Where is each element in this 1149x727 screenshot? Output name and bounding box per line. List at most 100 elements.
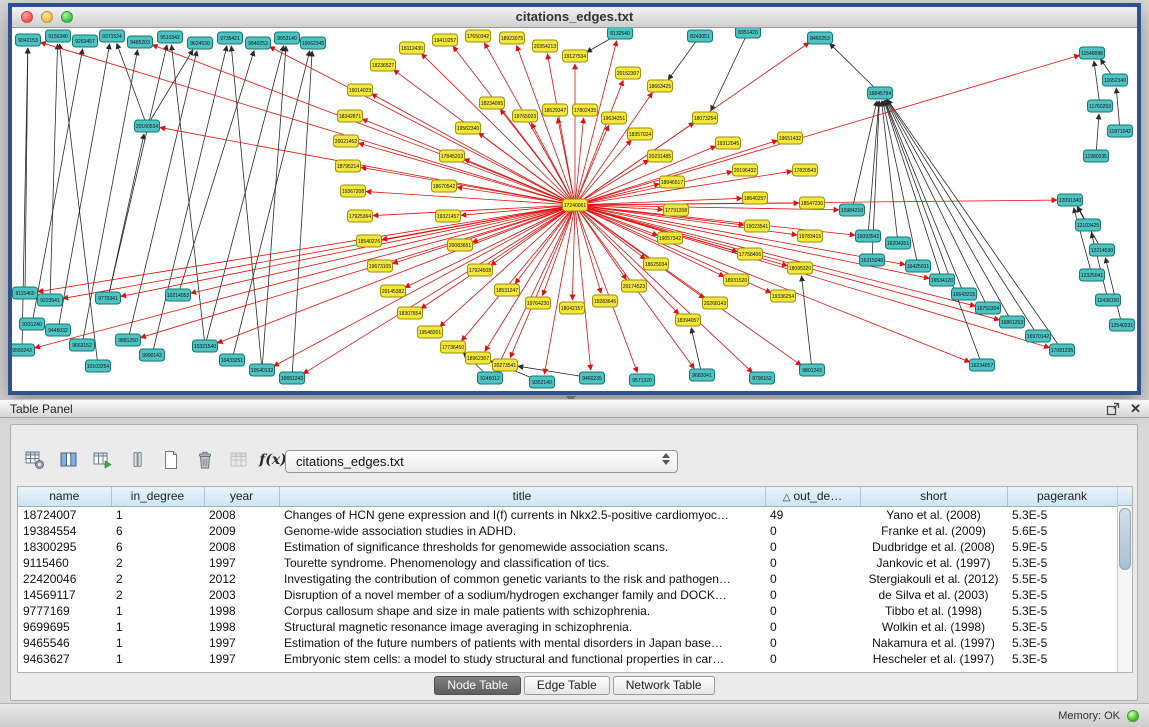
column-header-pagerank[interactable]: pagerank xyxy=(1007,487,1117,506)
network-node[interactable]: 10214053 xyxy=(166,289,191,301)
network-node[interactable]: 9571320 xyxy=(630,374,655,386)
network-edge[interactable] xyxy=(60,44,98,366)
network-node[interactable]: 18042157 xyxy=(560,302,585,314)
minimize-window-button[interactable] xyxy=(41,11,53,23)
tab-edge-table[interactable]: Edge Table xyxy=(524,676,610,695)
window-titlebar[interactable]: citations_edges.txt xyxy=(12,7,1137,28)
network-edge[interactable] xyxy=(711,32,748,111)
network-node[interactable]: 10062345 xyxy=(301,37,326,49)
table-row[interactable]: 969969511998Structural magnetic resonanc… xyxy=(18,619,1117,635)
network-node[interactable]: 18547230 xyxy=(800,197,825,209)
network-node[interactable]: 20196432 xyxy=(733,164,758,176)
scrollbar-thumb[interactable] xyxy=(1119,508,1131,570)
network-node[interactable]: 16093542 xyxy=(856,230,881,242)
network-edge[interactable] xyxy=(558,118,575,205)
network-node[interactable]: 18640257 xyxy=(743,192,768,204)
network-node[interactable]: 9331240 xyxy=(20,318,45,330)
table-row[interactable]: 977716911998Corpus callosum shape and si… xyxy=(18,603,1117,619)
network-edge[interactable] xyxy=(117,43,147,126)
network-node[interactable]: 9263457 xyxy=(73,35,98,47)
network-node[interactable]: 17731208 xyxy=(664,204,689,216)
network-node[interactable]: 18946517 xyxy=(660,176,685,188)
table-row[interactable]: 1938455462009Genome-wide association stu… xyxy=(18,523,1117,539)
network-node[interactable]: 9790152 xyxy=(750,372,775,384)
close-panel-icon[interactable]: ✕ xyxy=(1130,401,1141,417)
network-edge[interactable] xyxy=(191,205,575,293)
network-edge[interactable] xyxy=(217,205,575,343)
network-edge[interactable] xyxy=(108,134,144,298)
network-node[interactable]: 9663152 xyxy=(70,339,95,351)
network-edge[interactable] xyxy=(1091,233,1108,300)
network-node[interactable]: 19312045 xyxy=(716,137,741,149)
network-node[interactable]: 20083651 xyxy=(448,239,473,251)
network-node[interactable]: 10433251 xyxy=(220,354,245,366)
network-node[interactable]: 9801243 xyxy=(800,364,825,376)
table-row[interactable]: 1872400712008Changes of HCN gene express… xyxy=(18,506,1117,523)
network-edge[interactable] xyxy=(830,43,880,93)
network-node[interactable]: 9990143 xyxy=(140,349,165,361)
network-node[interactable]: 8132540 xyxy=(608,28,633,39)
network-node[interactable]: 20231485 xyxy=(648,150,673,162)
network-node[interactable]: 11760253 xyxy=(1088,100,1113,112)
network-edge[interactable] xyxy=(575,205,591,370)
network-node[interactable]: 19562340 xyxy=(456,122,481,134)
network-node[interactable]: 16861253 xyxy=(1000,316,1025,328)
delete-table-icon[interactable] xyxy=(192,447,218,473)
network-node[interactable]: 9735421 xyxy=(218,32,243,44)
network-node[interactable]: 9485203 xyxy=(128,36,153,48)
network-node[interactable]: 18663425 xyxy=(648,80,673,92)
network-node[interactable]: 8351420 xyxy=(736,28,761,38)
network-node[interactable]: 9352140 xyxy=(530,376,555,388)
network-node[interactable]: 11652340 xyxy=(1103,74,1128,86)
network-node[interactable]: 20174523 xyxy=(622,280,647,292)
network-edge[interactable] xyxy=(140,205,575,338)
network-node[interactable]: 18670542 xyxy=(432,180,457,192)
network-node[interactable]: 19764230 xyxy=(526,297,551,309)
network-node[interactable]: 17924508 xyxy=(468,264,493,276)
network-edge[interactable] xyxy=(231,46,262,370)
network-node[interactable]: 16752304 xyxy=(976,302,1001,314)
network-node[interactable]: 18962307 xyxy=(466,352,491,364)
network-node[interactable]: 19765023 xyxy=(513,110,538,122)
network-node[interactable]: 19014023 xyxy=(348,84,373,96)
float-panel-icon[interactable] xyxy=(1106,402,1120,416)
network-node[interactable]: 10651243 xyxy=(280,372,305,384)
table-row[interactable]: 1456911722003Disruption of a novel membe… xyxy=(18,587,1117,603)
network-node[interactable]: 15984210 xyxy=(840,204,865,216)
network-node[interactable]: 18342871 xyxy=(338,110,363,122)
network-node[interactable]: 12103425 xyxy=(1076,219,1101,231)
table-row[interactable]: 946362711997Embryonic stem cells: a mode… xyxy=(18,651,1117,667)
network-edge[interactable] xyxy=(575,205,999,320)
network-node[interactable]: 8243051 xyxy=(688,30,713,42)
table-source-dropdown[interactable]: citations_edges.txt xyxy=(285,450,678,473)
column-header-out_de[interactable]: △out_de… xyxy=(765,487,860,506)
network-edge[interactable] xyxy=(517,45,575,205)
table-row[interactable]: 946554611997Estimation of the future num… xyxy=(18,635,1117,651)
column-settings-icon[interactable] xyxy=(22,447,48,473)
network-node[interactable]: 18795214 xyxy=(336,160,361,172)
network-edge[interactable] xyxy=(32,49,83,324)
network-node[interactable]: 9953140 xyxy=(275,32,300,44)
network-node[interactable]: 19783415 xyxy=(798,230,823,242)
import-table-icon[interactable] xyxy=(226,447,252,473)
network-node[interactable]: 18073254 xyxy=(693,112,718,124)
network-node[interactable]: 9115460 xyxy=(13,287,38,299)
network-node[interactable]: 17925364 xyxy=(348,210,373,222)
network-edge[interactable] xyxy=(35,205,575,348)
network-edge[interactable] xyxy=(882,101,898,243)
network-edge[interactable] xyxy=(292,51,312,378)
network-edge[interactable] xyxy=(884,101,942,280)
network-node[interactable]: 16234057 xyxy=(970,359,995,371)
network-edge[interactable] xyxy=(1094,61,1100,106)
network-node[interactable]: 20152307 xyxy=(616,67,641,79)
network-node[interactable]: 9445032 xyxy=(46,324,71,336)
network-node[interactable]: 11548098 xyxy=(1080,47,1105,59)
network-node[interactable]: 9510342 xyxy=(158,31,183,43)
network-graph[interactable]: 1724006118236527190140231834287120021452… xyxy=(12,28,1137,391)
network-node[interactable]: 20268143 xyxy=(703,297,728,309)
add-column-icon[interactable] xyxy=(90,447,116,473)
network-edge[interactable] xyxy=(160,127,575,205)
network-edge[interactable] xyxy=(152,45,575,205)
network-node[interactable]: 8460253 xyxy=(808,32,833,44)
network-node[interactable]: 9550243 xyxy=(12,344,35,356)
